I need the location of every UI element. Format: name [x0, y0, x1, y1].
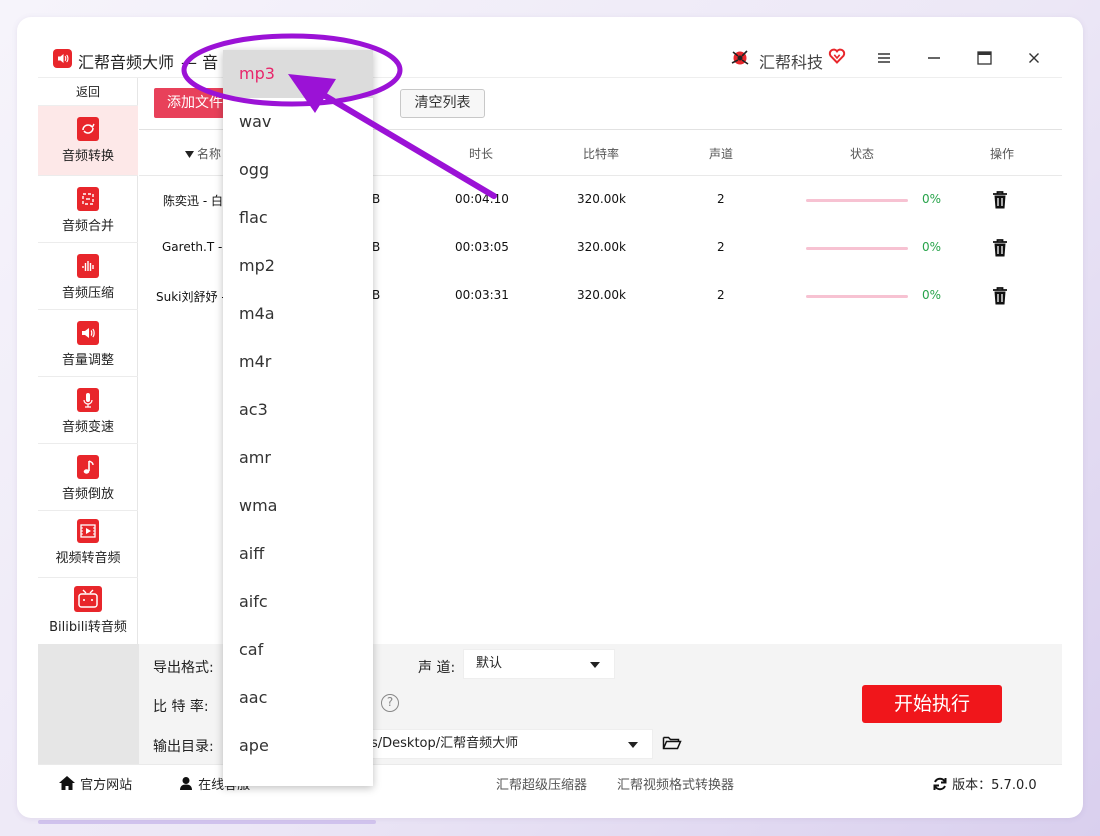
customer-service-icon: [180, 777, 192, 790]
refresh-icon: [933, 777, 947, 791]
format-option-mp2[interactable]: mp2: [223, 242, 373, 290]
audio-convert-icon: [77, 117, 99, 141]
sidebar-item-audio-merge[interactable]: 音频合并: [38, 176, 138, 243]
clear-list-button[interactable]: 清空列表: [400, 89, 485, 118]
audio-speed-icon: [77, 388, 99, 412]
output-dir-select[interactable]: s/Desktop/汇帮音频大师: [358, 729, 653, 759]
brand-logo-icon: [731, 50, 749, 65]
official-website-link[interactable]: 官方网站: [58, 774, 132, 793]
channel-label: 声 道:: [418, 660, 456, 676]
video-converter-link[interactable]: 汇帮视频格式转换器: [617, 774, 734, 793]
sidebar-item-video-to-audio[interactable]: 视频转音频: [38, 511, 138, 578]
output-dir-label: 输出目录:: [153, 739, 214, 755]
file-name: Gareth.T -: [162, 240, 223, 254]
progress-bar: [806, 295, 908, 298]
format-option-flac[interactable]: flac: [223, 194, 373, 242]
progress-bar: [806, 247, 908, 250]
super-compressor-link[interactable]: 汇帮超级压缩器: [496, 774, 587, 793]
sidebar-item-audio-compress[interactable]: 音频压缩: [38, 243, 138, 310]
column-channels-header: 声道: [709, 147, 734, 161]
back-button[interactable]: 返回: [38, 78, 138, 106]
maximize-icon[interactable]: [976, 50, 992, 66]
footer: 官方网站 在线客服 汇帮超级压缩器 汇帮视频格式转换器 版本：5.7.0.0: [38, 764, 1062, 800]
file-duration: 00:03:05: [455, 240, 509, 254]
file-channels: 2: [717, 240, 725, 254]
trash-icon[interactable]: [991, 238, 1009, 258]
format-option-m4r[interactable]: m4r: [223, 338, 373, 386]
sidebar-item-audio-reverse[interactable]: 音频倒放: [38, 444, 138, 511]
format-option-caf[interactable]: caf: [223, 626, 373, 674]
file-channels: 2: [717, 288, 725, 302]
settings-left-panel: [38, 644, 139, 764]
file-name: Suki刘舒妤 -: [156, 290, 226, 304]
app-logo-icon: [53, 49, 72, 68]
file-channels: 2: [717, 192, 725, 206]
vip-heart-icon[interactable]: [828, 47, 846, 65]
audio-reverse-icon: [77, 455, 99, 479]
format-option-mp3[interactable]: mp3: [223, 50, 373, 98]
audio-compress-icon: [77, 254, 99, 278]
start-button[interactable]: 开始执行: [862, 685, 1002, 723]
format-dropdown-list[interactable]: mp3 wav ogg flac mp2 m4a m4r ac3 amr wma…: [223, 50, 373, 786]
app-window: 汇帮音频大师 — 音 汇帮科技 返回 音频转换 音频合并 音频压缩 音量调整 音…: [38, 38, 1062, 800]
format-option-aiff[interactable]: aiff: [223, 530, 373, 578]
trash-icon[interactable]: [991, 190, 1009, 210]
file-size: B: [372, 288, 381, 302]
sidebar-item-audio-speed[interactable]: 音频变速: [38, 377, 138, 444]
minimize-icon[interactable]: [926, 50, 942, 66]
bilibili-icon: [74, 586, 102, 612]
format-option-amr[interactable]: amr: [223, 434, 373, 482]
file-name: 陈奕迅 - 白: [163, 194, 223, 208]
column-bitrate-header: 比特率: [583, 147, 620, 161]
format-option-ape[interactable]: ape: [223, 722, 373, 770]
video-to-audio-icon: [77, 519, 99, 543]
sidebar-item-volume-adjust[interactable]: 音量调整: [38, 310, 138, 377]
file-size: B: [372, 240, 381, 254]
file-bitrate: 320.00k: [577, 240, 626, 254]
channel-select[interactable]: 默认: [463, 649, 615, 679]
menu-icon[interactable]: [876, 50, 892, 66]
progress-bar: [806, 199, 908, 202]
format-option-ac3[interactable]: ac3: [223, 386, 373, 434]
title-bar: 汇帮音频大师 — 音 汇帮科技: [38, 38, 1062, 78]
brand-name: 汇帮科技: [759, 53, 824, 72]
file-duration: 00:04:10: [455, 192, 509, 206]
format-label: 导出格式:: [153, 660, 214, 676]
format-option-aac[interactable]: aac: [223, 674, 373, 722]
format-option-aifc[interactable]: aifc: [223, 578, 373, 626]
app-title: 汇帮音频大师: [78, 53, 175, 72]
help-icon[interactable]: ?: [381, 694, 399, 712]
bitrate-label: 比 特 率:: [153, 699, 209, 715]
sort-down-icon: [185, 151, 194, 158]
audio-merge-icon: [77, 187, 99, 211]
file-size: B: [372, 192, 381, 206]
sidebar: 返回 音频转换 音频合并 音频压缩 音量调整 音频变速 音频倒放 视频转音频 B…: [38, 78, 138, 644]
bottom-accent-line: [38, 820, 376, 824]
progress-percent: 0%: [922, 288, 942, 302]
format-option-ogg[interactable]: ogg: [223, 146, 373, 194]
column-action-header: 操作: [990, 147, 1015, 161]
sidebar-item-audio-convert[interactable]: 音频转换: [38, 106, 138, 176]
file-bitrate: 320.00k: [577, 192, 626, 206]
column-duration-header: 时长: [469, 147, 494, 161]
format-option-m4a[interactable]: m4a: [223, 290, 373, 338]
chevron-down-icon: [590, 662, 600, 668]
trash-icon[interactable]: [991, 286, 1009, 306]
format-option-wma[interactable]: wma: [223, 482, 373, 530]
sidebar-item-bilibili[interactable]: Bilibili转音频: [38, 578, 138, 644]
close-icon[interactable]: [1026, 50, 1042, 66]
file-bitrate: 320.00k: [577, 288, 626, 302]
progress-percent: 0%: [922, 192, 942, 206]
volume-adjust-icon: [77, 321, 99, 345]
version-info[interactable]: 版本：5.7.0.0: [932, 774, 1037, 793]
progress-percent: 0%: [922, 240, 942, 254]
chevron-down-icon: [628, 742, 638, 748]
column-name-header[interactable]: 名称: [185, 145, 221, 162]
file-duration: 00:03:31: [455, 288, 509, 302]
folder-icon[interactable]: [662, 735, 682, 751]
home-icon: [59, 776, 75, 790]
column-status-header: 状态: [850, 147, 875, 161]
format-option-wav[interactable]: wav: [223, 98, 373, 146]
title-separator: — 音: [181, 53, 219, 72]
